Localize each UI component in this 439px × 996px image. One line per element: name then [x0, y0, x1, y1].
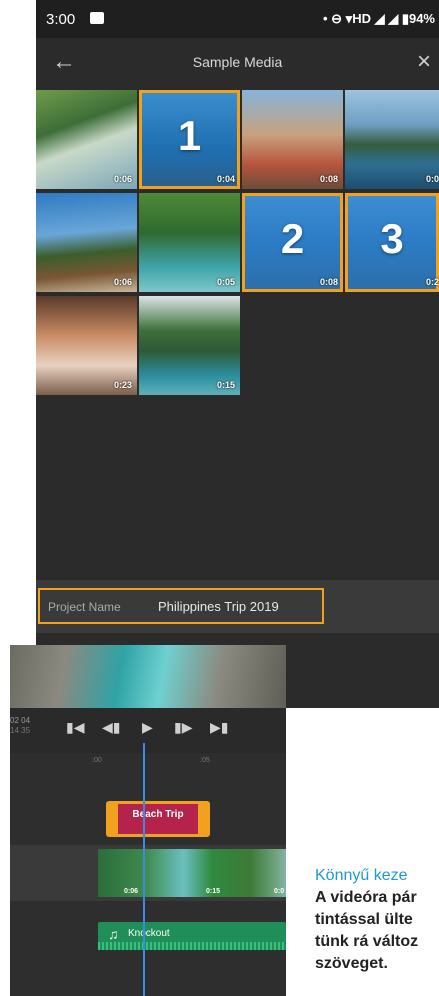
- project-name-value[interactable]: Philippines Trip 2019: [158, 599, 279, 614]
- status-bar: 3:00 • ⊖ ▾HD ◢ ◢ ▮94%: [36, 0, 439, 38]
- caption-line: szöveget.: [315, 955, 388, 972]
- selection-number: 1: [177, 112, 202, 159]
- media-tile[interactable]: 0:15: [139, 296, 240, 395]
- status-time: 3:00: [46, 11, 76, 28]
- tile-duration: 0:15: [216, 380, 235, 390]
- media-picker-screen: 3:00 • ⊖ ▾HD ◢ ◢ ▮94% ← Sample Media × 0…: [36, 0, 439, 708]
- media-tile[interactable]: 0:0: [345, 90, 439, 189]
- project-name-label: Project Name: [48, 600, 121, 614]
- audio-clip-label: Knockout: [128, 928, 170, 939]
- screen-title: Sample Media: [192, 54, 283, 70]
- play-icon[interactable]: ▶: [142, 719, 153, 736]
- title-clip-label: Beach Trip: [132, 809, 184, 820]
- tile-duration: 0:05: [216, 277, 235, 287]
- project-name-field[interactable]: Project Name Philippines Trip 2019: [38, 588, 324, 624]
- close-icon[interactable]: ×: [417, 48, 431, 76]
- media-tile-selected[interactable]: 1 0:04: [139, 90, 240, 189]
- caption-heading: Könnyű keze: [315, 867, 408, 884]
- step-back-icon[interactable]: ◀▮: [102, 719, 120, 736]
- title-bar: ← Sample Media ×: [36, 38, 439, 88]
- timecode-current: 02 04: [10, 716, 31, 725]
- clip-duration: 0:06: [124, 888, 139, 895]
- status-icons: • ⊖ ▾HD ◢ ◢ ▮94%: [323, 11, 435, 26]
- editor-screen: 02 04 14 35 ▮◀ ◀▮ ▶ ▮▶ ▶▮ :00 :05 Beach …: [10, 645, 286, 996]
- audio-clip[interactable]: ♫ Knockout: [98, 922, 286, 950]
- tile-duration: 0:06: [113, 277, 132, 287]
- title-clip[interactable]: Beach Trip: [106, 801, 210, 837]
- timeline-ruler: :00 :05: [10, 753, 286, 781]
- video-track: 0:06 0:15 0:0: [10, 845, 286, 901]
- tile-duration: 0:08: [319, 277, 338, 287]
- tile-duration: 0:2: [425, 277, 439, 287]
- tile-duration: 0:0: [425, 174, 439, 184]
- media-tile[interactable]: 0:06: [36, 193, 137, 292]
- skip-to-end-icon[interactable]: ▶▮: [210, 719, 228, 736]
- caption-line: A videóra pár: [315, 889, 417, 906]
- media-tile-selected[interactable]: 3 0:2: [345, 193, 439, 292]
- timecode-total: 14 35: [10, 726, 31, 735]
- media-tile[interactable]: 0:05: [139, 193, 240, 292]
- video-clip[interactable]: 0:06 0:15 0:0: [98, 849, 286, 897]
- playback-controls: 02 04 14 35 ▮◀ ◀▮ ▶ ▮▶ ▶▮: [10, 708, 286, 753]
- clip-duration: 0:0: [274, 888, 285, 895]
- media-tile-selected[interactable]: 2 0:08: [242, 193, 343, 292]
- project-name-bar: Project Name Philippines Trip 2019: [36, 580, 439, 633]
- playhead[interactable]: [143, 743, 145, 996]
- step-forward-icon[interactable]: ▮▶: [174, 719, 192, 736]
- image-notification-icon: [90, 12, 104, 24]
- media-tile[interactable]: 0:06: [36, 90, 137, 189]
- caption-line: tünk rá változ: [315, 933, 419, 950]
- tile-duration: 0:23: [113, 380, 132, 390]
- selection-number: 3: [380, 215, 404, 262]
- audio-waveform: [98, 942, 286, 950]
- media-tile[interactable]: 0:23: [36, 296, 137, 395]
- ruler-tick: :05: [200, 757, 210, 764]
- tile-duration: 0:08: [319, 174, 338, 184]
- ruler-tick: :00: [92, 757, 102, 764]
- skip-to-start-icon[interactable]: ▮◀: [66, 719, 84, 736]
- article-caption: Könnyű keze A videóra pár tintással ülte…: [315, 865, 439, 996]
- tile-duration: 0:06: [113, 174, 132, 184]
- tile-duration: 0:04: [216, 174, 235, 184]
- media-tile[interactable]: 0:08: [242, 90, 343, 189]
- caption-line: tintással ülte: [315, 911, 413, 928]
- music-note-icon: ♫: [108, 926, 119, 942]
- video-preview[interactable]: [10, 645, 286, 708]
- selection-number: 2: [280, 215, 305, 262]
- clip-duration: 0:15: [206, 888, 221, 895]
